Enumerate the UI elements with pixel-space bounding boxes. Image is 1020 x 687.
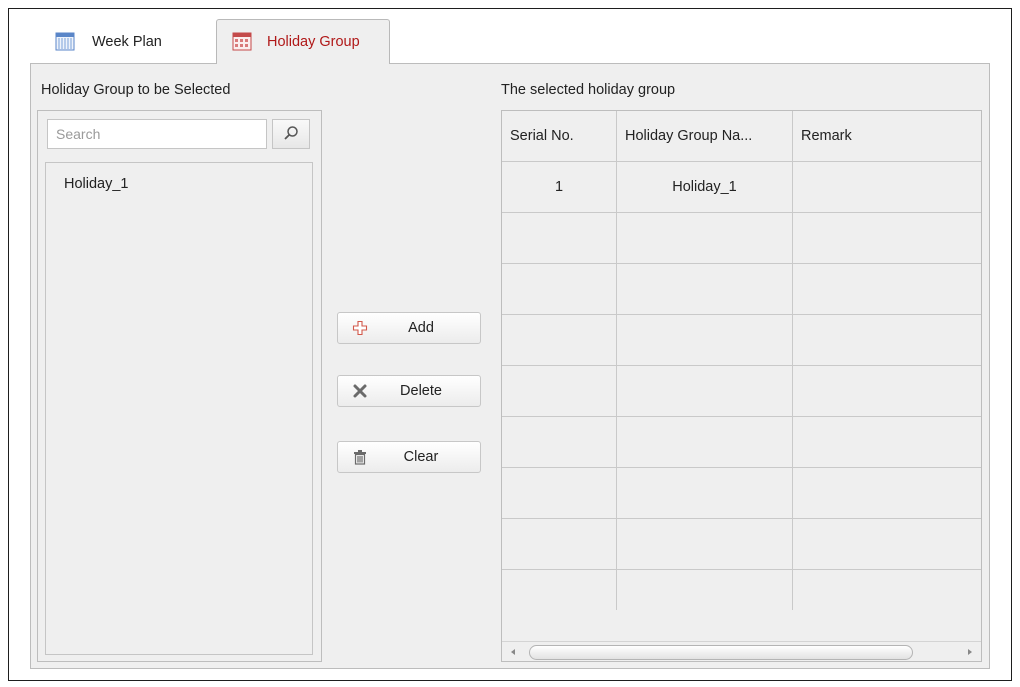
empty-table-row [502, 417, 981, 468]
clear-button-label: Clear [403, 449, 439, 465]
empty-cell [793, 417, 981, 467]
empty-cell [502, 417, 617, 467]
add-button-label: Add [408, 320, 434, 336]
empty-cell [502, 570, 617, 610]
scroll-thumb[interactable] [529, 645, 913, 660]
empty-table-row [502, 366, 981, 417]
empty-cell [502, 519, 617, 569]
column-header-group-name[interactable]: Holiday Group Na... [617, 111, 793, 161]
empty-cell [793, 315, 981, 365]
empty-table-row [502, 570, 981, 610]
trash-icon [352, 449, 368, 465]
empty-cell [617, 468, 793, 518]
empty-table-row [502, 468, 981, 519]
holiday-group-panel: Holiday Group to be Selected The selecte… [30, 63, 990, 669]
left-panel-title: Holiday Group to be Selected [41, 82, 231, 98]
empty-cell [793, 468, 981, 518]
cell-group-name: Holiday_1 [617, 162, 793, 212]
scroll-left-arrow-icon[interactable] [511, 649, 515, 655]
table-grid: Serial No. Holiday Group Na... Remark 1 … [502, 111, 981, 610]
tab-week-plan[interactable]: Week Plan [42, 19, 214, 64]
column-header-remark[interactable]: Remark [793, 111, 981, 161]
search-button[interactable] [272, 119, 310, 149]
cell-serial: 1 [502, 162, 617, 212]
empty-table-row [502, 264, 981, 315]
table-row[interactable]: 1 Holiday_1 [502, 162, 981, 213]
search-input[interactable] [47, 119, 267, 149]
empty-cell [617, 417, 793, 467]
right-panel-title: The selected holiday group [501, 82, 676, 98]
add-button[interactable]: Add [337, 312, 481, 344]
available-groups-box: Holiday_1 [37, 110, 322, 662]
selected-groups-table: Serial No. Holiday Group Na... Remark 1 … [501, 110, 982, 662]
empty-cell [793, 570, 981, 610]
table-header-row: Serial No. Holiday Group Na... Remark [502, 111, 981, 162]
delete-button-label: Delete [400, 383, 442, 399]
empty-table-row [502, 213, 981, 264]
list-item[interactable]: Holiday_1 [64, 176, 129, 192]
empty-cell [793, 519, 981, 569]
scroll-right-arrow-icon[interactable] [968, 649, 972, 655]
available-groups-list[interactable]: Holiday_1 [45, 162, 313, 655]
clear-button[interactable]: Clear [337, 441, 481, 473]
empty-cell [617, 264, 793, 314]
empty-cell [793, 366, 981, 416]
empty-cell [617, 366, 793, 416]
calendar-week-icon [54, 32, 76, 52]
cell-remark [793, 162, 981, 212]
horizontal-scrollbar[interactable] [502, 641, 981, 661]
search-icon [283, 125, 299, 144]
empty-cell [617, 213, 793, 263]
empty-cell [617, 519, 793, 569]
tab-week-plan-label: Week Plan [92, 33, 162, 50]
empty-cell [793, 264, 981, 314]
delete-button[interactable]: Delete [337, 375, 481, 407]
empty-table-row [502, 315, 981, 366]
tab-holiday-group[interactable]: Holiday Group [216, 19, 390, 64]
empty-cell [793, 213, 981, 263]
empty-cell [502, 315, 617, 365]
column-header-serial[interactable]: Serial No. [502, 111, 617, 161]
calendar-holiday-icon [231, 32, 253, 52]
empty-cell [502, 468, 617, 518]
tab-holiday-group-label: Holiday Group [267, 34, 360, 50]
empty-cell [502, 213, 617, 263]
add-icon [352, 320, 368, 336]
empty-cell [617, 315, 793, 365]
empty-cell [502, 264, 617, 314]
empty-table-row [502, 519, 981, 570]
empty-cell [502, 366, 617, 416]
delete-icon [352, 383, 368, 399]
empty-cell [617, 570, 793, 610]
